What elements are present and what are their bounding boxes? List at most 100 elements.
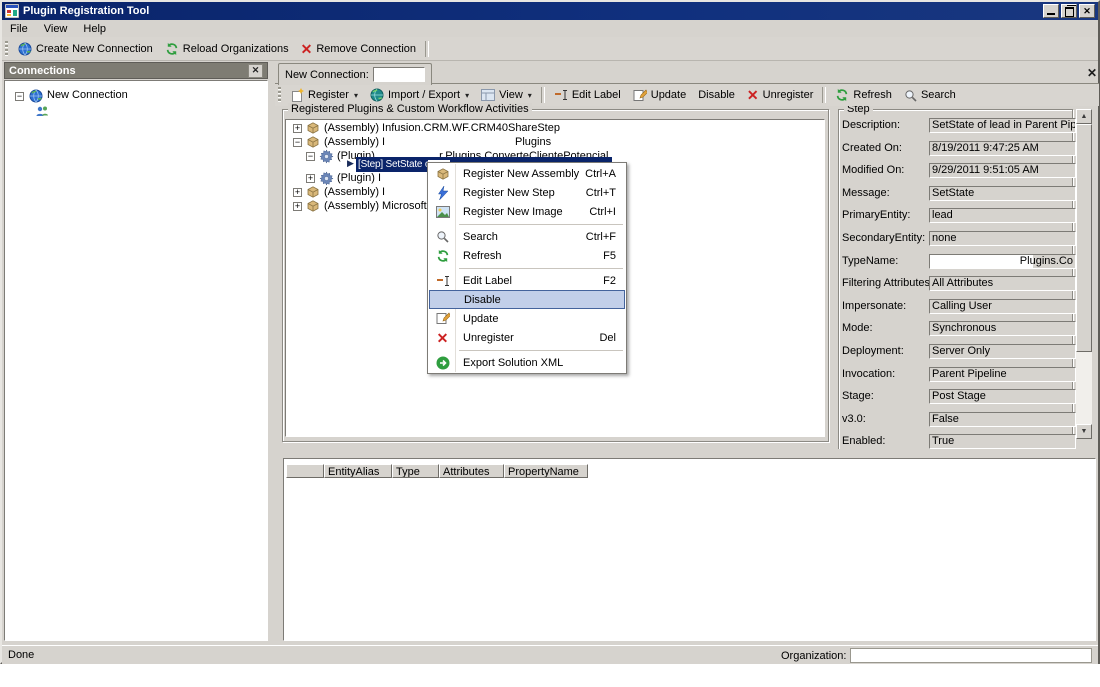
refresh-icon — [835, 88, 849, 102]
field-label-invocation: Invocation: — [842, 367, 927, 382]
edit-label-button[interactable]: Edit Label — [548, 87, 627, 103]
plus-expander[interactable]: + — [293, 188, 302, 197]
field-value-description[interactable]: SetState of lead in Parent Pipeli — [929, 118, 1076, 133]
field-value-v30[interactable]: False — [929, 412, 1076, 427]
reload-organizations-label: Reload Organizations — [183, 43, 289, 55]
column-propertyname[interactable]: PropertyName — [504, 464, 588, 478]
tree-item-assembly-infusion[interactable]: (Assembly) Infusion.CRM.WF.CRM40ShareSte… — [324, 121, 560, 135]
connections-close-icon[interactable]: ✕ — [248, 64, 263, 78]
context-register-new-assembly[interactable]: Register New Assembly Ctrl+A — [429, 164, 625, 183]
tab-new-connection[interactable]: New Connection: — [278, 63, 432, 85]
field-label-filtering-attributes: Filtering Attributes: — [842, 276, 927, 291]
plus-expander[interactable]: + — [293, 124, 302, 133]
tab-org-input[interactable] — [373, 67, 425, 82]
field-value-typename[interactable]: Plugins.Co — [929, 254, 1076, 269]
scroll-up-icon[interactable]: ▲ — [1076, 109, 1092, 124]
field-label-mode: Mode: — [842, 321, 927, 336]
tree-item-assembly-plugins[interactable]: (Assembly) I — [324, 135, 385, 149]
toolbar-grip[interactable] — [278, 87, 281, 103]
plus-expander[interactable]: + — [306, 174, 315, 183]
app-window: Plugin Registration Tool ✕ File View Hel… — [0, 0, 1100, 664]
minimize-button[interactable] — [1043, 4, 1059, 18]
register-label: Register — [308, 89, 349, 101]
context-register-new-image[interactable]: Register New Image Ctrl+I — [429, 202, 625, 221]
field-value-invocation[interactable]: Parent Pipeline — [929, 367, 1076, 382]
field-value-filtering-attributes[interactable]: All Attributes — [929, 276, 1076, 291]
globe-icon — [29, 89, 43, 103]
refresh-button[interactable]: Refresh — [829, 86, 898, 104]
context-update[interactable]: Update — [429, 309, 625, 328]
field-label-impersonate: Impersonate: — [842, 299, 927, 314]
context-export-solution-xml[interactable]: Export Solution XML — [429, 353, 625, 372]
connection-node-label[interactable]: New Connection — [47, 89, 128, 101]
image-table-area[interactable] — [283, 458, 1096, 641]
reload-organizations-button[interactable]: Reload Organizations — [159, 40, 295, 58]
context-search[interactable]: Search Ctrl+F — [429, 227, 625, 246]
field-value-deployment[interactable]: Server Only — [929, 344, 1076, 359]
update-button[interactable]: Update — [627, 87, 692, 104]
collapse-expander[interactable]: − — [15, 92, 24, 101]
view-grid-icon — [481, 89, 495, 101]
toolbar-grip[interactable] — [5, 41, 8, 57]
field-label-secondaryentity: SecondaryEntity: — [842, 231, 927, 246]
organization-input[interactable] — [850, 648, 1092, 663]
table-header: EntityAlias Type Attributes PropertyName — [286, 464, 588, 480]
column-entityalias[interactable]: EntityAlias — [324, 464, 392, 478]
refresh-label: Refresh — [853, 89, 892, 101]
restore-button[interactable] — [1061, 4, 1077, 18]
field-label-deployment: Deployment: — [842, 344, 927, 359]
context-disable-highlighted[interactable]: Disable — [429, 290, 625, 309]
minus-expander[interactable]: − — [293, 138, 302, 147]
registered-plugins-group-title: Registered Plugins & Custom Workflow Act… — [288, 103, 532, 115]
title-bar[interactable]: Plugin Registration Tool ✕ — [2, 2, 1098, 20]
close-button[interactable]: ✕ — [1079, 4, 1095, 18]
step-scrollbar[interactable]: ▲ ▼ — [1076, 109, 1092, 439]
menu-help[interactable]: Help — [75, 21, 114, 37]
disable-button[interactable]: Disable — [692, 87, 741, 103]
organization-users-icon[interactable] — [35, 105, 49, 119]
toolbar-separator — [425, 41, 429, 57]
field-value-primaryentity[interactable]: lead — [929, 208, 1076, 223]
create-new-connection-button[interactable]: Create New Connection — [12, 40, 159, 58]
field-value-impersonate[interactable]: Calling User — [929, 299, 1076, 314]
field-value-mode[interactable]: Synchronous — [929, 321, 1076, 336]
scrollbar-thumb[interactable] — [1076, 124, 1092, 352]
view-button[interactable]: View▾ — [475, 87, 538, 103]
field-value-secondaryentity[interactable]: none — [929, 231, 1076, 246]
red-x-icon: ✕ — [747, 89, 759, 101]
update-label: Update — [651, 89, 686, 101]
remove-connection-button[interactable]: ✕ Remove Connection — [295, 41, 422, 57]
scroll-down-icon[interactable]: ▼ — [1076, 424, 1092, 439]
column-attributes[interactable]: Attributes — [439, 464, 504, 478]
image-icon — [429, 206, 456, 218]
context-edit-label[interactable]: Edit Label F2 — [429, 271, 625, 290]
field-label-typename: TypeName: — [842, 254, 927, 269]
context-refresh[interactable]: Refresh F5 — [429, 246, 625, 265]
context-register-new-step[interactable]: Register New Step Ctrl+T — [429, 183, 625, 202]
connections-tree[interactable]: − New Connection — [4, 80, 268, 641]
minus-expander[interactable]: − — [306, 152, 315, 161]
field-value-created-on[interactable]: 8/19/2011 9:47:25 AM — [929, 141, 1076, 156]
tree-item-assembly-plugins-suffix[interactable]: Plugins — [515, 135, 551, 149]
menu-file[interactable]: File — [2, 21, 36, 37]
field-value-modified-on[interactable]: 9/29/2011 9:51:05 AM — [929, 163, 1076, 178]
tree-item-plugin-2[interactable]: (Plugin) I — [337, 171, 381, 185]
tree-item-assembly-3[interactable]: (Assembly) I — [324, 185, 385, 199]
menu-view[interactable]: View — [36, 21, 76, 37]
import-export-globe-icon — [370, 88, 384, 102]
column-type[interactable]: Type — [392, 464, 439, 478]
field-label-enabled: Enabled: — [842, 434, 927, 449]
step-panel: Step Description: SetState of lead in Pa… — [833, 106, 1099, 449]
search-button[interactable]: Search — [898, 87, 962, 104]
plus-expander[interactable]: + — [293, 202, 302, 211]
column-blank[interactable] — [286, 464, 324, 478]
field-value-stage[interactable]: Post Stage — [929, 389, 1076, 404]
field-value-enabled[interactable]: True — [929, 434, 1076, 449]
context-menu: Register New Assembly Ctrl+A Register Ne… — [427, 162, 627, 374]
panel-close-icon[interactable]: ✕ — [1084, 65, 1100, 81]
register-button[interactable]: Register▾ — [285, 86, 364, 104]
context-unregister[interactable]: ✕ Unregister Del — [429, 328, 625, 347]
field-value-message[interactable]: SetState — [929, 186, 1076, 201]
import-export-button[interactable]: Import / Export▾ — [364, 86, 475, 104]
unregister-button[interactable]: ✕ Unregister — [741, 87, 819, 103]
